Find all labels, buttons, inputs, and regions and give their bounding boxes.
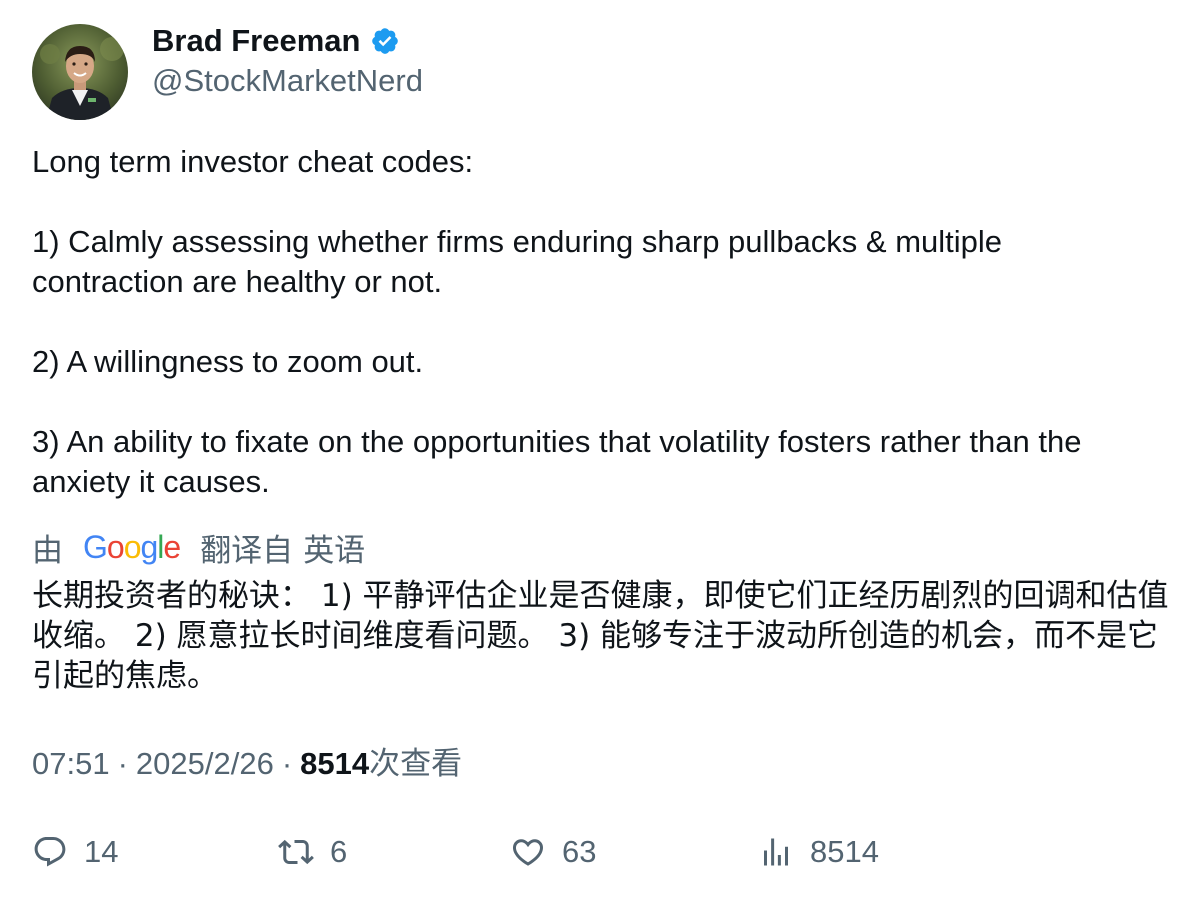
translation-suffix: 翻译自 <box>200 532 294 568</box>
views-button[interactable]: 8514 <box>758 830 879 874</box>
reply-button[interactable]: 14 <box>32 830 118 874</box>
views-count: 8514 <box>300 746 370 781</box>
tweet-time[interactable]: 07:51 <box>32 744 110 784</box>
reply-count: 14 <box>84 834 119 869</box>
reply-icon <box>34 837 66 867</box>
tweet-paragraph: Long term investor cheat codes: <box>32 144 474 179</box>
repost-count: 6 <box>330 834 348 869</box>
action-bar: 14 6 63 8514 <box>32 830 1162 874</box>
tweet-date[interactable]: 2025/2/26 <box>136 744 274 784</box>
translated-text: 长期投资者的秘诀： 1) 平静评估企业是否健康，即使它们正经历剧烈的回调和估值收… <box>32 578 1169 694</box>
meta-separator: · <box>281 746 293 781</box>
tweet-paragraph: 3) An ability to fixate on the opportuni… <box>32 424 1082 499</box>
tweet-paragraph: 1) Calmly assessing whether firms enduri… <box>32 224 1003 299</box>
author-name[interactable]: Brad Freeman <box>152 22 360 60</box>
meta-separator: · <box>117 746 128 781</box>
translation-language: 英语 <box>303 532 366 568</box>
verified-badge-icon[interactable] <box>370 26 400 56</box>
views-label: 次查看 <box>369 746 463 781</box>
profile-photo-icon <box>32 24 128 120</box>
tweet-meta: 07:51 · 2025/2/26 · 8514 次查看 <box>32 744 462 784</box>
translation-prefix: 由 <box>32 532 63 568</box>
like-count: 63 <box>562 834 597 869</box>
tweet-text: Long term investor cheat codes: 1) Calml… <box>32 142 1162 502</box>
heart-icon <box>512 839 544 866</box>
views-action-count: 8514 <box>810 834 879 869</box>
repost-button[interactable]: 6 <box>278 830 347 874</box>
avatar[interactable] <box>32 24 128 120</box>
author-name-row[interactable]: Brad Freeman <box>152 22 400 60</box>
author-handle[interactable]: @StockMarketNerd <box>152 62 423 100</box>
tweet-paragraph: 2) A willingness to zoom out. <box>32 344 424 379</box>
analytics-icon <box>764 838 788 866</box>
like-button[interactable]: 63 <box>510 830 596 874</box>
google-logo-icon[interactable]: Google <box>83 529 181 566</box>
translation-attribution: 由 Google 翻译自 英语 <box>32 527 366 568</box>
repost-icon <box>278 839 314 865</box>
